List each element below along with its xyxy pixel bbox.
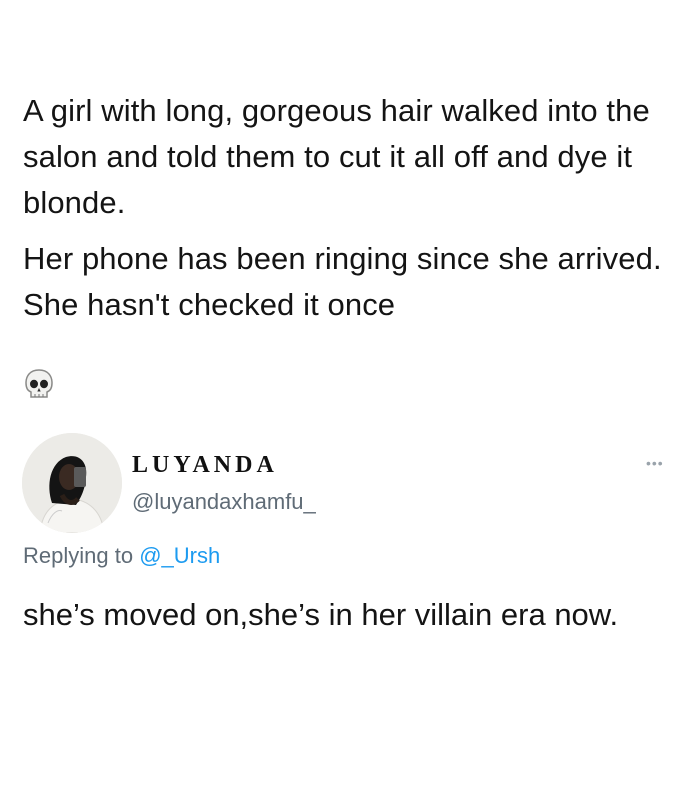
replying-prefix: Replying to	[23, 543, 134, 568]
avatar[interactable]	[22, 433, 122, 533]
replying-to-line: Replying to @_Ursh	[23, 543, 220, 569]
display-name[interactable]: LUYANDA	[132, 452, 278, 479]
screenshot: A girl with long, gorgeous hair walked i…	[0, 0, 700, 806]
skull-emoji-icon	[23, 368, 55, 402]
mention-link[interactable]: @_Ursh	[139, 543, 220, 568]
more-options-icon[interactable]: •••	[646, 455, 664, 471]
tweet-body: A girl with long, gorgeous hair walked i…	[23, 88, 683, 338]
tweet-card: A girl with long, gorgeous hair walked i…	[0, 0, 700, 694]
reply-body: she’s moved on,she’s in her villain era …	[23, 597, 619, 632]
user-handle[interactable]: @luyandaxhamfu_	[132, 489, 316, 515]
tweet-paragraph-2: Her phone has been ringing since she arr…	[23, 241, 662, 322]
tweet-paragraph-1: A girl with long, gorgeous hair walked i…	[23, 93, 650, 220]
